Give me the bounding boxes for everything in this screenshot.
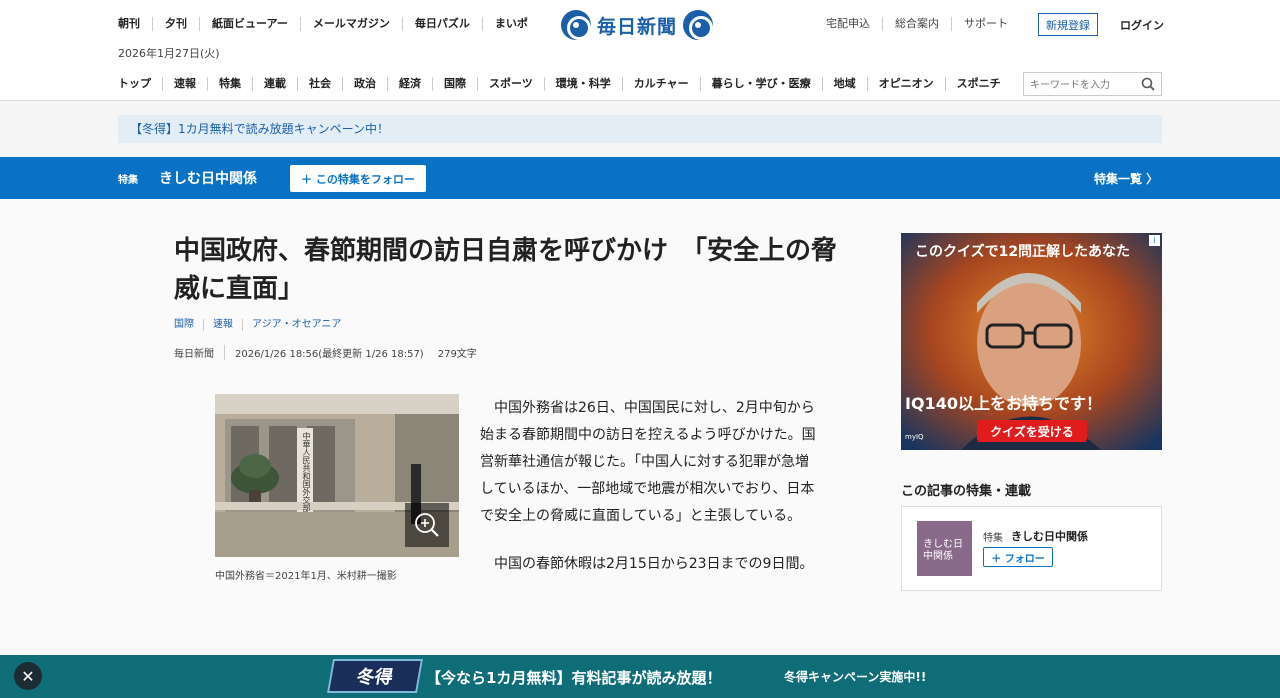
nav-item-sports[interactable]: スポーツ bbox=[477, 77, 544, 91]
article-paragraph: 中国の春節休暇は2月15日から23日までの9日間。 bbox=[494, 556, 814, 572]
logo-text: 毎日新聞 bbox=[597, 15, 678, 38]
ad-brand: myIQ bbox=[905, 433, 924, 441]
category-link[interactable]: 速報 bbox=[203, 319, 242, 331]
nav-item-top[interactable]: トップ bbox=[118, 77, 162, 91]
photo-caption: 中国外務省＝2021年1月、米村耕一撮影 bbox=[215, 571, 397, 582]
campaign-badge: 冬得 bbox=[327, 659, 423, 693]
feature-title[interactable]: きしむ日中関係 bbox=[159, 168, 257, 188]
search-icon[interactable] bbox=[1141, 77, 1155, 91]
follow-feature-button[interactable]: ＋ この特集をフォロー bbox=[290, 165, 426, 192]
sidebar-heading: この記事の特集・連載 bbox=[901, 484, 1032, 499]
nav-item-society[interactable]: 社会 bbox=[297, 77, 342, 91]
login-link[interactable]: ログイン bbox=[1120, 17, 1164, 33]
ad-image bbox=[901, 233, 1162, 450]
nav-item-life[interactable]: 暮らし・学び・医療 bbox=[699, 77, 822, 91]
article-headline: 中国政府、春節期間の訪日自粛を呼びかけ 「安全上の脅威に直面」 bbox=[174, 236, 838, 304]
top-link-newsletter[interactable]: メールマガジン bbox=[299, 17, 402, 31]
article-source: 毎日新聞 bbox=[174, 345, 225, 360]
photo-sign-text: 中華人民共和国外交部 bbox=[302, 432, 311, 512]
top-link-evening[interactable]: 夕刊 bbox=[152, 17, 199, 31]
category-link[interactable]: 国際 bbox=[174, 319, 203, 331]
main-nav: トップ 速報 特集 連載 社会 政治 経済 国際 スポーツ 環境・科学 カルチャ… bbox=[118, 77, 1012, 91]
zoom-button[interactable] bbox=[405, 503, 449, 547]
guide-link[interactable]: 総合案内 bbox=[882, 17, 951, 31]
top-link-viewer[interactable]: 紙面ビューアー bbox=[199, 17, 300, 31]
sidebar-follow-button[interactable]: ＋ フォロー bbox=[983, 547, 1053, 567]
current-date: 2026年1月27日(火) bbox=[118, 47, 220, 60]
article-paragraph: 中国外務省は26日、中国国民に対し、2月中旬から始まる春節期間中の訪日を控えるよ… bbox=[480, 400, 816, 524]
site-logo[interactable]: 毎日新聞 bbox=[561, 10, 714, 40]
ad-cta-button[interactable]: クイズを受ける bbox=[977, 420, 1087, 442]
article-datetime: 2026/1/26 18:56(最終更新 1/26 18:57) bbox=[235, 349, 424, 360]
nav-item-politics[interactable]: 政治 bbox=[342, 77, 387, 91]
close-icon[interactable]: ✕ bbox=[14, 662, 42, 690]
campaign-banner[interactable]: 【冬得】1カ月無料で読み放題キャンペーン中！ bbox=[118, 115, 1162, 143]
zoom-in-icon bbox=[415, 513, 439, 537]
feature-card-title[interactable]: きしむ日中関係 bbox=[1011, 528, 1088, 544]
article-char-count: 279文字 bbox=[437, 349, 477, 360]
top-link-morning[interactable]: 朝刊 bbox=[118, 17, 152, 31]
feature-list-link[interactable]: 特集一覧 〉 bbox=[1094, 170, 1158, 187]
ad-info-icon[interactable]: i bbox=[1149, 235, 1160, 246]
nav-item-features[interactable]: 特集 bbox=[207, 77, 252, 91]
search-box bbox=[1023, 72, 1162, 97]
feature-label: 特集 bbox=[118, 175, 138, 186]
site-header: 朝刊 夕刊 紙面ビューアー メールマガジン 毎日パズル まいポ 2026年1月2… bbox=[0, 0, 1280, 101]
nav-item-breaking[interactable]: 速報 bbox=[162, 77, 207, 91]
signup-button[interactable]: 新規登録 bbox=[1038, 13, 1098, 36]
top-link-maipo[interactable]: まいポ bbox=[481, 17, 540, 31]
nav-item-culture[interactable]: カルチャー bbox=[621, 77, 700, 91]
feature-bar: 特集 きしむ日中関係 ＋ この特集をフォロー 特集一覧 〉 bbox=[0, 157, 1280, 199]
article-categories: 国際 速報 アジア・オセアニア bbox=[174, 319, 350, 331]
nav-item-sponichi[interactable]: スポニチ bbox=[944, 77, 1012, 91]
campaign-sub-text: 冬得キャンペーン実施中!! bbox=[784, 670, 927, 684]
ad-body: IQ140以上をお持ちです！ bbox=[905, 394, 1102, 413]
utility-links: 宅配申込 総合案内 サポート bbox=[826, 17, 1020, 31]
delivery-link[interactable]: 宅配申込 bbox=[826, 17, 882, 31]
feature-card-label: 特集 bbox=[983, 533, 1003, 544]
top-links: 朝刊 夕刊 紙面ビューアー メールマガジン 毎日パズル まいポ bbox=[118, 17, 540, 31]
article-body: 中国外務省は26日、中国国民に対し、2月中旬から始まる春節期間中の訪日を控えるよ… bbox=[480, 395, 820, 578]
feature-card[interactable]: きしむ日中関係 特集 きしむ日中関係 ＋ フォロー bbox=[901, 506, 1162, 591]
ad-headline: このクイズで12問正解したあなた bbox=[915, 244, 1131, 260]
top-link-puzzle[interactable]: 毎日パズル bbox=[401, 17, 482, 31]
category-link[interactable]: アジア・オセアニア bbox=[242, 319, 350, 331]
nav-item-science[interactable]: 環境・科学 bbox=[543, 77, 622, 91]
logo-mark-icon bbox=[683, 10, 714, 40]
bottom-campaign-banner[interactable]: ✕ 冬得 【今なら1カ月無料】有料記事が読み放題！ 冬得キャンペーン実施中!! bbox=[0, 655, 1280, 698]
logo-mark-icon bbox=[561, 10, 591, 40]
article-meta: 毎日新聞 2026/1/26 18:56(最終更新 1/26 18:57) 27… bbox=[174, 345, 477, 360]
thumbnail-text: きしむ日中関係 bbox=[923, 539, 963, 562]
nav-item-international[interactable]: 国際 bbox=[432, 77, 477, 91]
advertisement[interactable]: このクイズで12問正解したあなた IQ140以上をお持ちです！ クイズを受ける … bbox=[901, 233, 1162, 450]
nav-item-opinion[interactable]: オピニオン bbox=[866, 77, 945, 91]
nav-item-economy[interactable]: 経済 bbox=[387, 77, 432, 91]
search-input[interactable] bbox=[1024, 74, 1134, 97]
nav-item-series[interactable]: 連載 bbox=[252, 77, 297, 91]
nav-item-region[interactable]: 地域 bbox=[821, 77, 867, 91]
feature-thumbnail[interactable]: きしむ日中関係 bbox=[917, 521, 972, 576]
support-link[interactable]: サポート bbox=[951, 17, 1020, 31]
campaign-main-text: 【今なら1カ月無料】有料記事が読み放題！ bbox=[426, 669, 722, 687]
